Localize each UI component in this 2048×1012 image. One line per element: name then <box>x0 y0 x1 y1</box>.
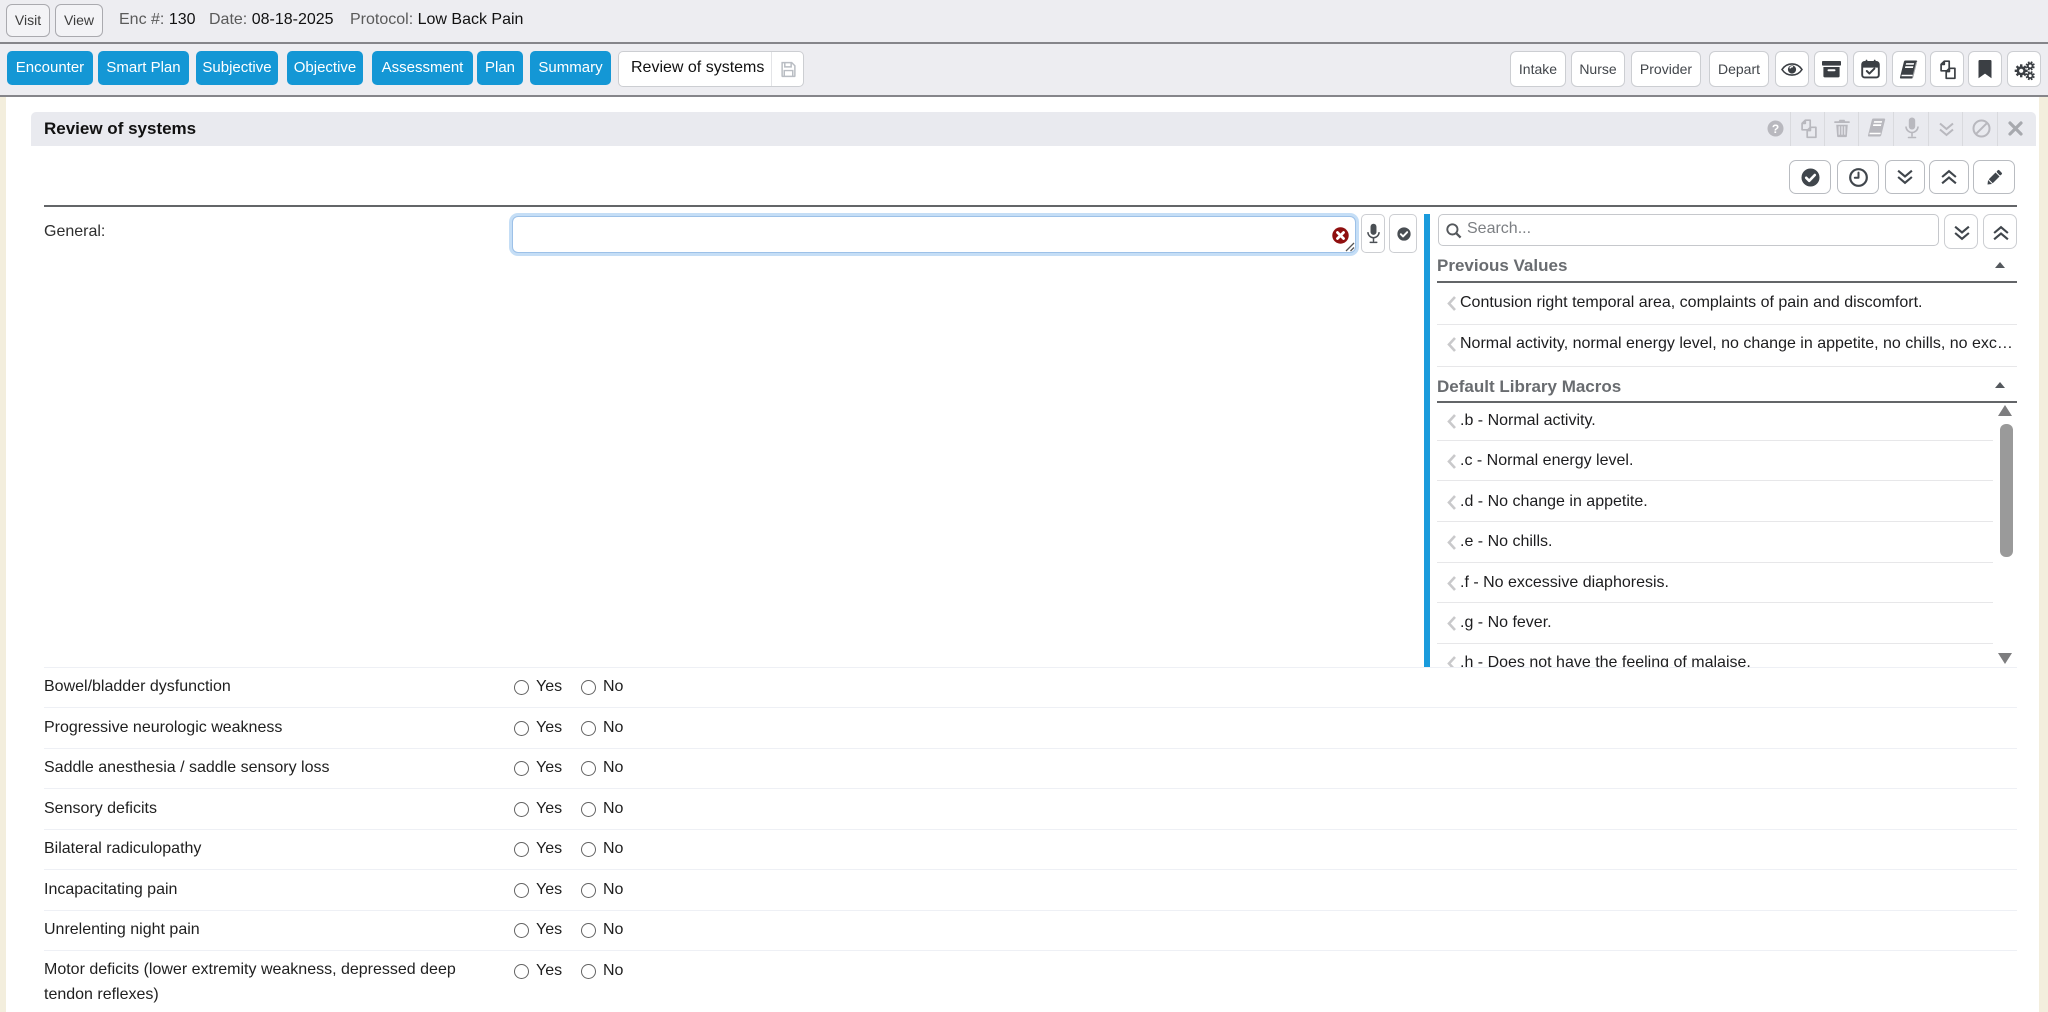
svg-text:?: ? <box>1772 122 1779 136</box>
